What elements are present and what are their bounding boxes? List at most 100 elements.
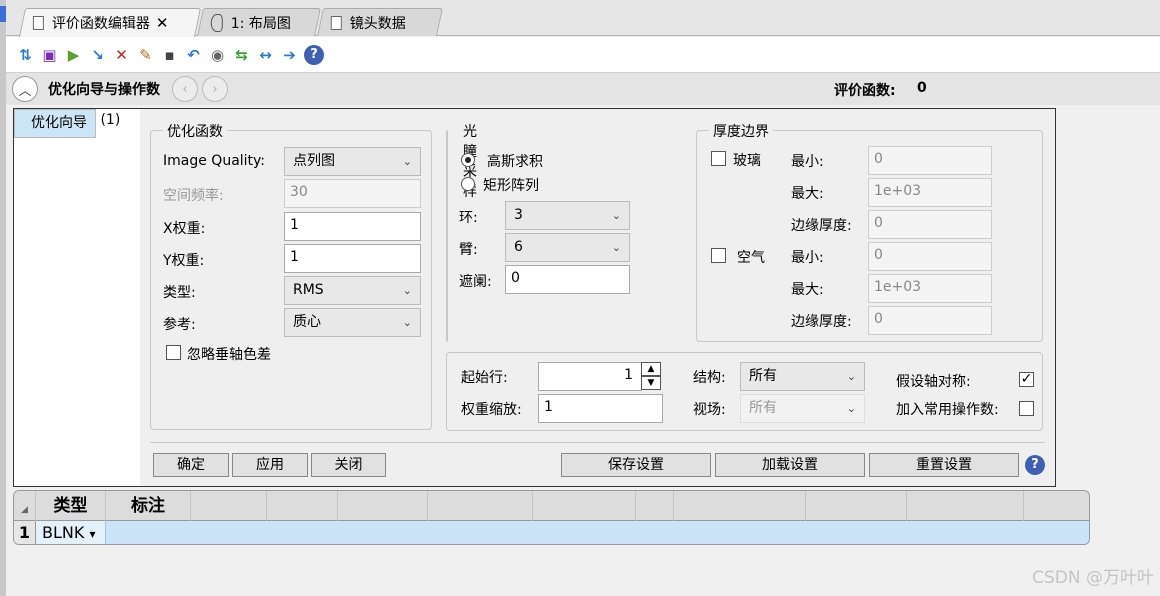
column-header-type[interactable]: 类型 — [36, 491, 106, 521]
apply-button[interactable]: 应用 — [232, 453, 308, 477]
arms-select[interactable]: 6 ⌄ — [505, 233, 630, 262]
column-header[interactable] — [533, 491, 636, 521]
gaussian-quadrature-radio[interactable] — [461, 153, 475, 167]
forward-button[interactable]: › — [202, 76, 228, 102]
air-min-input[interactable]: 0 — [868, 242, 992, 271]
select-all-corner[interactable]: ◢ — [14, 491, 36, 521]
obscuration-input[interactable]: 0 — [505, 265, 630, 294]
save-settings-button[interactable]: 保存设置 — [561, 453, 711, 477]
refresh-icon[interactable]: ⇅ — [16, 45, 35, 64]
save-icon[interactable]: ▣ — [40, 45, 59, 64]
wizard-content: 优化函数 Image Quality: 点列图 ⌄ 空间频率: 30 X权重: 1… — [140, 109, 1055, 486]
glass-max-input[interactable]: 1e+03 — [868, 178, 992, 207]
column-header[interactable] — [636, 491, 674, 521]
delete-icon[interactable]: ✕ — [112, 45, 131, 64]
chevron-down-icon: ⌄ — [611, 241, 621, 254]
field-label: 视场: — [693, 402, 726, 418]
glass-checkbox[interactable] — [711, 151, 726, 166]
column-header[interactable] — [674, 491, 806, 521]
undo-icon[interactable]: ↶ — [184, 45, 203, 64]
configuration-select[interactable]: 所有 ⌄ — [740, 362, 865, 391]
tab-merit-editor[interactable]: 评价函数编辑器 ✕ — [18, 8, 202, 37]
column-header[interactable] — [806, 491, 907, 521]
optimization-function-group: 优化函数 Image Quality: 点列图 ⌄ 空间频率: 30 X权重: 1… — [150, 121, 432, 430]
ignore-lateral-color-label: 忽略垂轴色差 — [187, 347, 271, 363]
type-cell[interactable]: BLNK ▾ — [36, 521, 106, 544]
air-checkbox[interactable] — [711, 248, 726, 263]
toolbar: ⇅ ▣ ▶ ↘ ✕ ✎ ▪ ↶ ◉ ⇆ ↔ ➔ ? — [6, 37, 1160, 73]
glass-edge-input[interactable]: 0 — [868, 210, 992, 239]
chevron-down-icon: ⌄ — [846, 402, 856, 415]
chevron-down-icon: ⌄ — [402, 284, 412, 297]
column-header[interactable] — [428, 491, 533, 521]
insert-icon[interactable]: ↘ — [88, 45, 107, 64]
load-settings-button[interactable]: 加载设置 — [715, 453, 865, 477]
wand-icon[interactable]: ✎ — [136, 45, 155, 64]
glass-edge-label: 边缘厚度: — [791, 218, 852, 234]
pupil-sampling-group: 光瞳采样 高斯求积 矩形阵列 环: 3 ⌄ 臂: 6 ⌄ 遮阑: 0 — [446, 121, 630, 342]
start-row-spinner[interactable]: ▲ ▼ — [641, 362, 661, 391]
swap-icon[interactable]: ⇆ — [232, 45, 251, 64]
help-icon[interactable]: ? — [1025, 455, 1045, 475]
back-button[interactable]: ‹ — [172, 76, 198, 102]
air-edge-input[interactable]: 0 — [868, 306, 992, 335]
table-row[interactable]: 1 BLNK ▾ — [14, 521, 1089, 544]
column-header[interactable] — [907, 491, 1024, 521]
load-icon[interactable]: ▶ — [64, 45, 83, 64]
collapse-button[interactable]: ︿ — [12, 76, 38, 102]
column-header-comment[interactable]: 标注 — [106, 491, 191, 521]
expand-icon[interactable]: ↔ — [256, 45, 275, 64]
lens-icon — [210, 13, 223, 32]
air-max-input[interactable]: 1e+03 — [868, 274, 992, 303]
column-header[interactable] — [191, 491, 267, 521]
toggle-icon[interactable]: ◉ — [208, 45, 227, 64]
tab-layout[interactable]: 1: 布局图 — [197, 8, 321, 36]
tab-label: 1: 布局图 — [230, 15, 291, 32]
start-row-input[interactable]: 1 — [538, 362, 642, 391]
chevron-down-icon: ⌄ — [846, 370, 856, 383]
field-select[interactable]: 所有 ⌄ — [740, 394, 865, 423]
image-quality-select[interactable]: 点列图 ⌄ — [284, 147, 421, 176]
obscuration-label: 遮阑: — [459, 274, 492, 290]
gaussian-quadrature-label: 高斯求积 — [487, 154, 543, 170]
add-common-operands-checkbox[interactable] — [1019, 401, 1034, 416]
document-icon — [32, 16, 44, 30]
air-max-label: 最大: — [791, 282, 824, 298]
reset-settings-button[interactable]: 重置设置 — [869, 453, 1019, 477]
operand-table: ◢ 类型 标注 1 BLNK ▾ — [13, 490, 1090, 545]
rectangular-array-radio[interactable] — [461, 177, 475, 191]
spatial-frequency-input[interactable]: 30 — [284, 179, 421, 208]
weight-scale-input[interactable]: 1 — [538, 394, 663, 423]
thickness-boundary-group: 厚度边界 玻璃 最小: 0 最大: 1e+03 边缘厚度: 0 空气 最小: 0… — [696, 121, 1043, 342]
glass-min-input[interactable]: 0 — [868, 146, 992, 175]
air-edge-label: 边缘厚度: — [791, 314, 852, 330]
column-header[interactable] — [267, 491, 338, 521]
help-icon[interactable]: ? — [304, 44, 324, 65]
arrow-right-icon[interactable]: ➔ — [280, 45, 299, 64]
type-select[interactable]: RMS ⌄ — [284, 276, 421, 305]
column-header[interactable] — [338, 491, 428, 521]
assume-axial-symmetry-label: 假设轴对称: — [896, 374, 971, 390]
nav-item-optimization-wizard[interactable]: 优化向导 — [14, 109, 96, 138]
window-icon[interactable]: ▪ — [160, 45, 179, 64]
tab-lens-data[interactable]: 镜头数据 — [317, 8, 443, 36]
image-quality-label: Image Quality: — [163, 153, 266, 169]
close-button[interactable]: 关闭 — [311, 453, 386, 477]
add-common-operands-label: 加入常用操作数: — [896, 402, 999, 418]
assume-axial-symmetry-checkbox[interactable]: ✓ — [1019, 372, 1034, 387]
ignore-lateral-color-checkbox[interactable] — [166, 345, 181, 360]
reference-select[interactable]: 质心 ⌄ — [284, 308, 421, 337]
divider — [150, 442, 1045, 443]
wizard-header: ︿ 优化向导与操作数 ‹ › 评价函数: 0 — [6, 73, 1160, 105]
spin-down-icon: ▼ — [641, 376, 661, 390]
air-label: 空气 — [737, 250, 765, 266]
rings-select[interactable]: 3 ⌄ — [505, 201, 630, 230]
x-weight-input[interactable]: 1 — [284, 212, 421, 241]
group-title: 厚度边界 — [709, 121, 773, 141]
dropdown-arrow-icon[interactable]: ▾ — [89, 527, 95, 541]
ok-button[interactable]: 确定 — [153, 453, 229, 477]
merit-function-label: 评价函数: — [834, 83, 896, 99]
chevron-down-icon: ⌄ — [611, 209, 621, 222]
close-icon[interactable]: ✕ — [156, 14, 169, 32]
y-weight-input[interactable]: 1 — [284, 244, 421, 273]
